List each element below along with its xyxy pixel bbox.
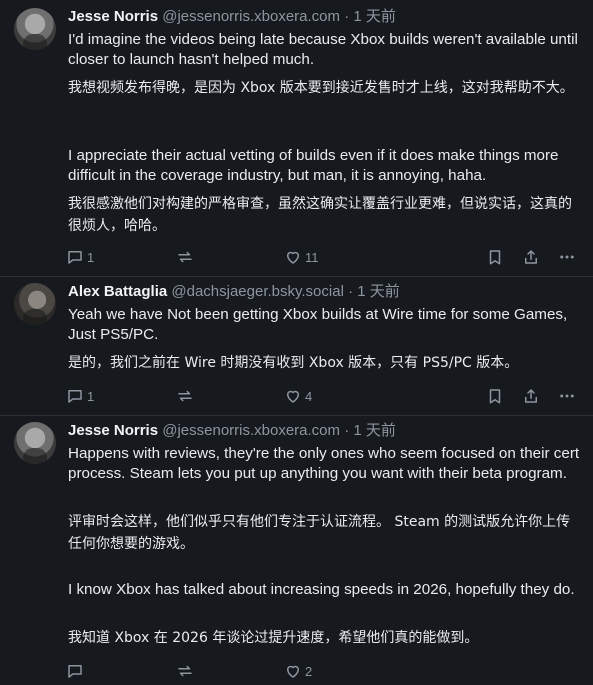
speech-bubble-icon (66, 662, 84, 680)
post-actions: 2 (66, 660, 586, 682)
separator-dot: · (344, 8, 350, 25)
avatar[interactable] (14, 8, 56, 50)
share-button[interactable] (522, 385, 540, 407)
bookmark-icon (486, 248, 504, 266)
repost-arrows-icon (176, 387, 194, 405)
author-handle[interactable]: @jessenorris.xboxera.com (162, 422, 340, 439)
post-text: I'd imagine the videos being late becaus… (68, 31, 578, 68)
share-icon (522, 248, 540, 266)
like-count: 4 (305, 388, 313, 404)
post-translation: 我知道 Xbox 在 2026 年谈论过提升速度，希望他们真的能做到。 (68, 630, 479, 646)
post-translation: 我想视频发布得晚，是因为 Xbox 版本要到接近发售时才上线，这对我帮助不大。 (68, 80, 574, 96)
more-dots-icon (558, 248, 576, 266)
repost-button[interactable] (176, 660, 197, 682)
repost-arrows-icon (176, 662, 194, 680)
post-text: I appreciate their actual vetting of bui… (68, 147, 559, 184)
like-button[interactable]: 11 (284, 246, 319, 268)
more-button[interactable] (558, 246, 576, 268)
post-header: Jesse Norris @jessenorris.xboxera.com · … (68, 421, 396, 441)
author-name[interactable]: Jesse Norris (68, 422, 158, 439)
bookmark-button[interactable] (486, 385, 504, 407)
repost-arrows-icon (176, 248, 194, 266)
post[interactable]: Jesse Norris @jessenorris.xboxera.com · … (0, 0, 593, 276)
avatar[interactable] (14, 283, 56, 325)
more-dots-icon (558, 387, 576, 405)
heart-icon (284, 248, 302, 266)
post-text: I know Xbox has talked about increasing … (68, 581, 575, 598)
share-button[interactable] (522, 246, 540, 268)
author-name[interactable]: Jesse Norris (68, 8, 158, 25)
post-actions: 1 11 (66, 246, 586, 268)
heart-icon (284, 662, 302, 680)
like-button[interactable]: 4 (284, 385, 312, 407)
reply-button[interactable]: 1 (66, 246, 94, 268)
speech-bubble-icon (66, 387, 84, 405)
share-icon (522, 387, 540, 405)
reply-count: 1 (87, 249, 95, 265)
post-actions: 1 4 (66, 385, 586, 407)
bookmark-button[interactable] (486, 246, 504, 268)
repost-button[interactable] (176, 385, 197, 407)
like-count: 2 (305, 663, 313, 679)
author-handle[interactable]: @dachsjaeger.bsky.social (171, 283, 344, 300)
reply-button[interactable]: 1 (66, 385, 94, 407)
post-translation: 评审时会这样，他们似乎只有他们专注于认证流程。 Steam 的测试版允许你上传任… (68, 514, 571, 552)
post-text: Yeah we have Not been getting Xbox build… (68, 306, 568, 343)
post-translation: 我很感激他们对构建的严格审查，虽然这确实让覆盖行业更难，但说实话，这真的很烦人，… (68, 196, 572, 234)
post-time[interactable]: 1 天前 (357, 283, 400, 300)
separator-dot: · (348, 283, 354, 300)
more-button[interactable] (558, 385, 576, 407)
post-header: Jesse Norris @jessenorris.xboxera.com · … (68, 7, 396, 27)
like-count: 11 (305, 249, 319, 265)
reply-button[interactable] (66, 660, 87, 682)
like-button[interactable]: 2 (284, 660, 312, 682)
post-time[interactable]: 1 天前 (353, 422, 396, 439)
separator-dot: · (344, 422, 350, 439)
post-header: Alex Battaglia @dachsjaeger.bsky.social … (68, 282, 400, 302)
post-text: Happens with reviews, they're the only o… (68, 445, 580, 482)
post[interactable]: Jesse Norris @jessenorris.xboxera.com · … (0, 416, 593, 685)
reply-count: 1 (87, 388, 95, 404)
repost-button[interactable] (176, 246, 197, 268)
author-name[interactable]: Alex Battaglia (68, 283, 167, 300)
avatar[interactable] (14, 422, 56, 464)
post[interactable]: Alex Battaglia @dachsjaeger.bsky.social … (0, 277, 593, 415)
author-handle[interactable]: @jessenorris.xboxera.com (162, 8, 340, 25)
post-time[interactable]: 1 天前 (353, 8, 396, 25)
bookmark-icon (486, 387, 504, 405)
post-translation: 是的，我们之前在 Wire 时期没有收到 Xbox 版本，只有 PS5/PC 版… (68, 355, 519, 371)
heart-icon (284, 387, 302, 405)
speech-bubble-icon (66, 248, 84, 266)
